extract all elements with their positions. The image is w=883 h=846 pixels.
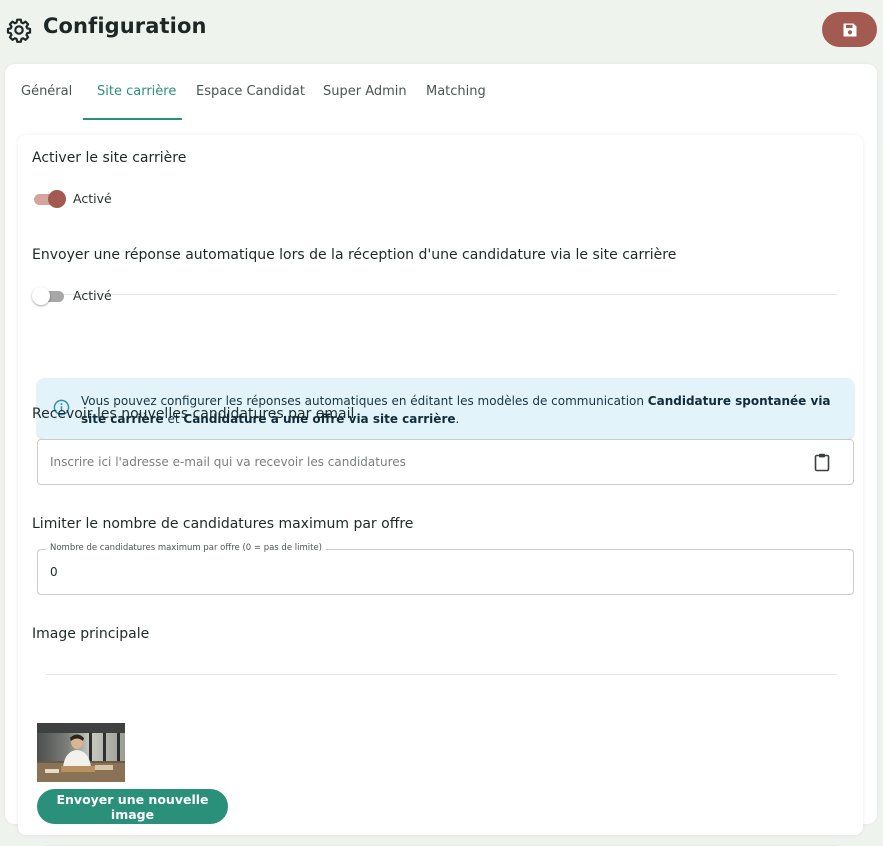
upload-image-button[interactable]: Envoyer une nouvelle image <box>37 789 228 824</box>
limit-field[interactable] <box>50 550 800 594</box>
auto-reply-title: Envoyer une réponse automatique lors de … <box>32 247 677 263</box>
active-tab-indicator <box>83 118 182 120</box>
page-title: Configuration <box>43 14 207 38</box>
limit-field-wrapper: Nombre de candidatures maximum par offre… <box>37 543 854 595</box>
main-image-thumbnail <box>37 723 125 782</box>
activate-site-title: Activer le site carrière <box>32 150 187 166</box>
limit-section-title: Limiter le nombre de candidatures maximu… <box>32 516 414 532</box>
auto-reply-toggle[interactable] <box>32 287 66 305</box>
email-field-wrapper <box>37 439 854 485</box>
tab-bar: Général Site carrière Espace Candidat Su… <box>5 64 877 120</box>
tab-matching[interactable]: Matching <box>426 84 486 99</box>
email-section-title: Recevoir les nouvelles candidatures par … <box>32 406 355 422</box>
gear-icon <box>6 18 32 43</box>
divider <box>46 294 837 295</box>
toggle-thumb <box>48 190 66 208</box>
activate-site-toggle-label: Activé <box>73 191 112 206</box>
activate-site-toggle[interactable] <box>32 190 66 208</box>
save-button[interactable] <box>822 12 877 47</box>
toggle-thumb <box>32 287 50 305</box>
clipboard-icon[interactable] <box>812 452 832 472</box>
tab-site-carriere[interactable]: Site carrière <box>97 84 176 99</box>
top-bar: Configuration <box>0 0 883 62</box>
tab-general[interactable]: Général <box>21 84 72 99</box>
site-carriere-panel: Activer le site carrière Activé Envoyer … <box>18 135 863 846</box>
email-field[interactable] <box>50 440 800 484</box>
divider <box>46 674 837 675</box>
auto-reply-toggle-label: Activé <box>73 288 112 303</box>
settings-card: Général Site carrière Espace Candidat Su… <box>5 64 877 846</box>
image-section-title: Image principale <box>32 626 150 642</box>
tab-espace-candidat[interactable]: Espace Candidat <box>196 84 305 99</box>
floppy-disk-icon <box>843 23 856 36</box>
tab-super-admin[interactable]: Super Admin <box>323 84 407 99</box>
